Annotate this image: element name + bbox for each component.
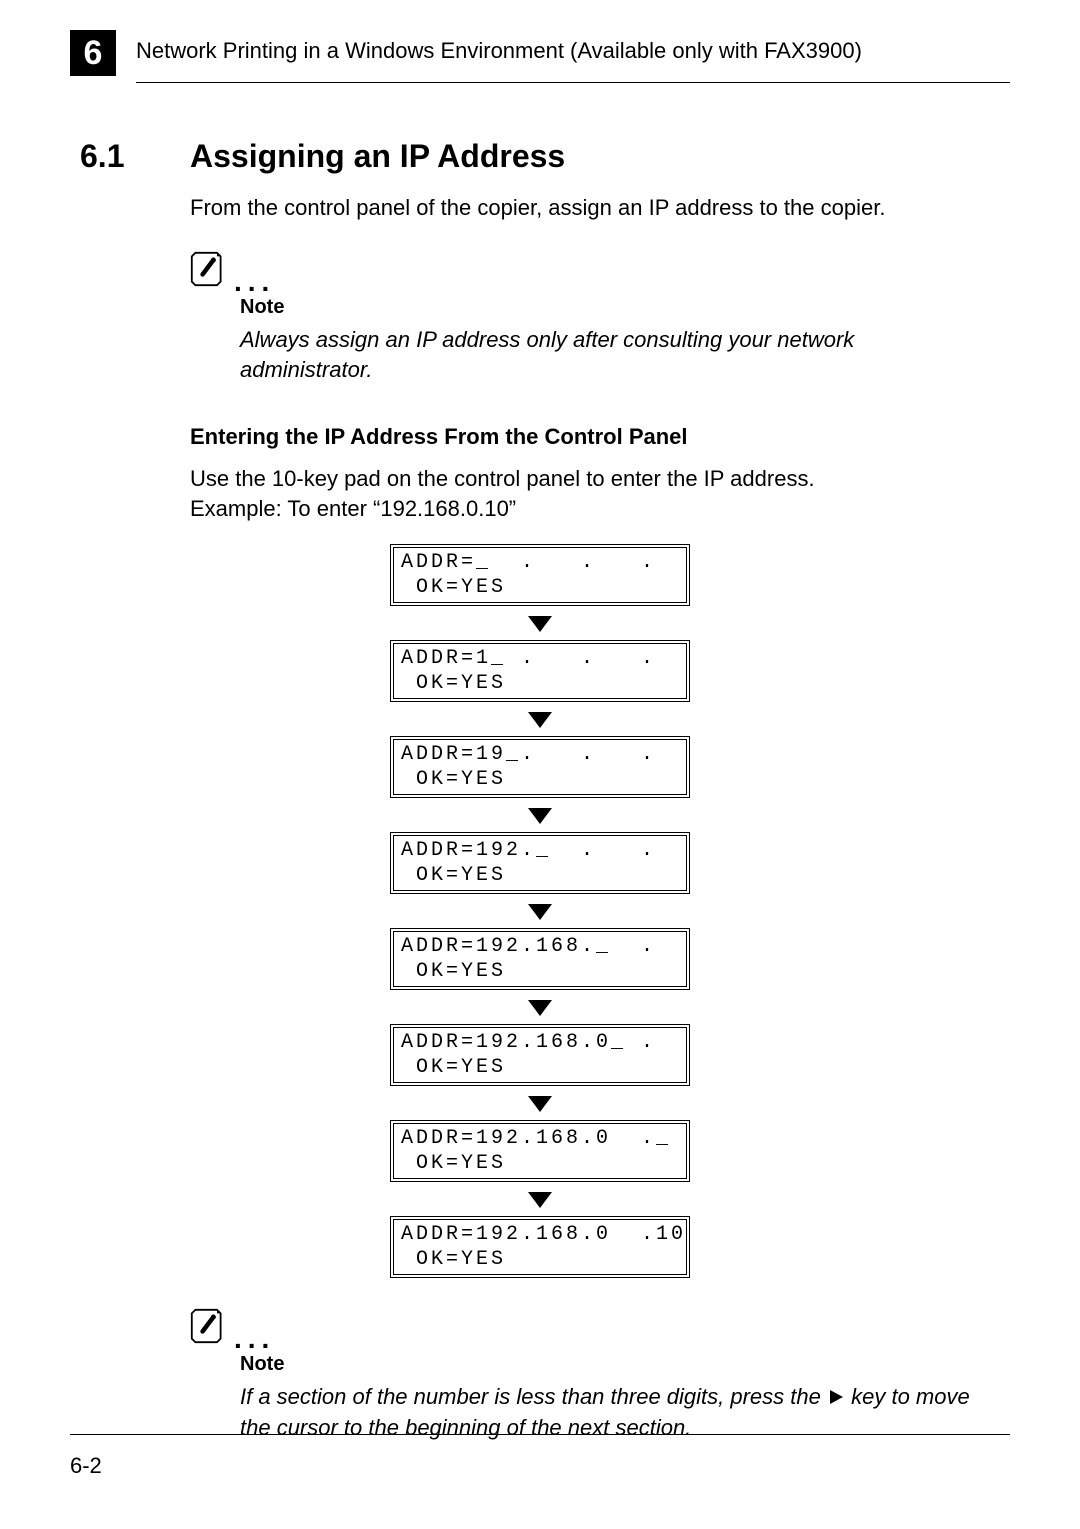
lcd-display: ADDR=_ . . . OK=YES	[390, 544, 690, 606]
section-number: 6.1	[70, 138, 190, 175]
page-footer: 6-2	[70, 1434, 1010, 1479]
lcd-display: ADDR=192._ . . OK=YES	[390, 832, 690, 894]
down-arrow-icon	[526, 614, 554, 634]
note-block: ... Note If a section of the number is l…	[190, 1308, 980, 1443]
note-body: Always assign an IP address only after c…	[240, 325, 980, 384]
down-arrow-icon	[526, 1094, 554, 1114]
page-number: 6-2	[70, 1453, 1010, 1479]
note-body-before: If a section of the number is less than …	[240, 1384, 827, 1409]
ellipsis-icon: ...	[234, 1329, 275, 1349]
intro-paragraph: From the control panel of the copier, as…	[190, 195, 1000, 221]
section-title: Assigning an IP Address	[190, 138, 565, 175]
lcd-display: ADDR=192.168.0_ . OK=YES	[390, 1024, 690, 1086]
down-arrow-icon	[526, 998, 554, 1018]
lcd-display: ADDR=1_ . . . OK=YES	[390, 640, 690, 702]
subheading: Entering the IP Address From the Control…	[190, 424, 1000, 450]
body-line-2: Example: To enter “192.168.0.10”	[190, 496, 516, 521]
note-icon-row: ...	[190, 251, 980, 292]
down-arrow-icon	[526, 1190, 554, 1210]
note-icon-row: ...	[190, 1308, 980, 1349]
note-block: ... Note Always assign an IP address onl…	[190, 251, 980, 384]
note-label: Note	[240, 1353, 980, 1376]
chapter-title: Network Printing in a Windows Environmen…	[136, 30, 1010, 64]
lcd-display: ADDR=19_. . . OK=YES	[390, 736, 690, 798]
lcd-step-sequence: ADDR=_ . . . OK=YES ADDR=1_ . . . OK=YES A…	[70, 544, 1010, 1278]
chapter-number-badge: 6	[70, 30, 116, 76]
body-line-1: Use the 10-key pad on the control panel …	[190, 466, 815, 491]
chapter-header: 6 Network Printing in a Windows Environm…	[70, 30, 1010, 76]
right-arrow-key-icon	[827, 1384, 845, 1414]
note-icon	[190, 1308, 226, 1349]
note-label: Note	[240, 296, 980, 319]
body-paragraph: Use the 10-key pad on the control panel …	[190, 464, 1000, 523]
lcd-display: ADDR=192.168._ . OK=YES	[390, 928, 690, 990]
section-heading: 6.1 Assigning an IP Address	[70, 138, 1010, 175]
ellipsis-icon: ...	[234, 272, 275, 292]
header-divider	[136, 82, 1010, 83]
lcd-display: ADDR=192.168.0 .10 OK=YES	[390, 1216, 690, 1278]
note-icon	[190, 251, 226, 292]
down-arrow-icon	[526, 806, 554, 826]
lcd-display: ADDR=192.168.0 ._ OK=YES	[390, 1120, 690, 1182]
document-page: 6 Network Printing in a Windows Environm…	[0, 0, 1080, 1529]
footer-divider	[70, 1434, 1010, 1435]
down-arrow-icon	[526, 902, 554, 922]
down-arrow-icon	[526, 710, 554, 730]
